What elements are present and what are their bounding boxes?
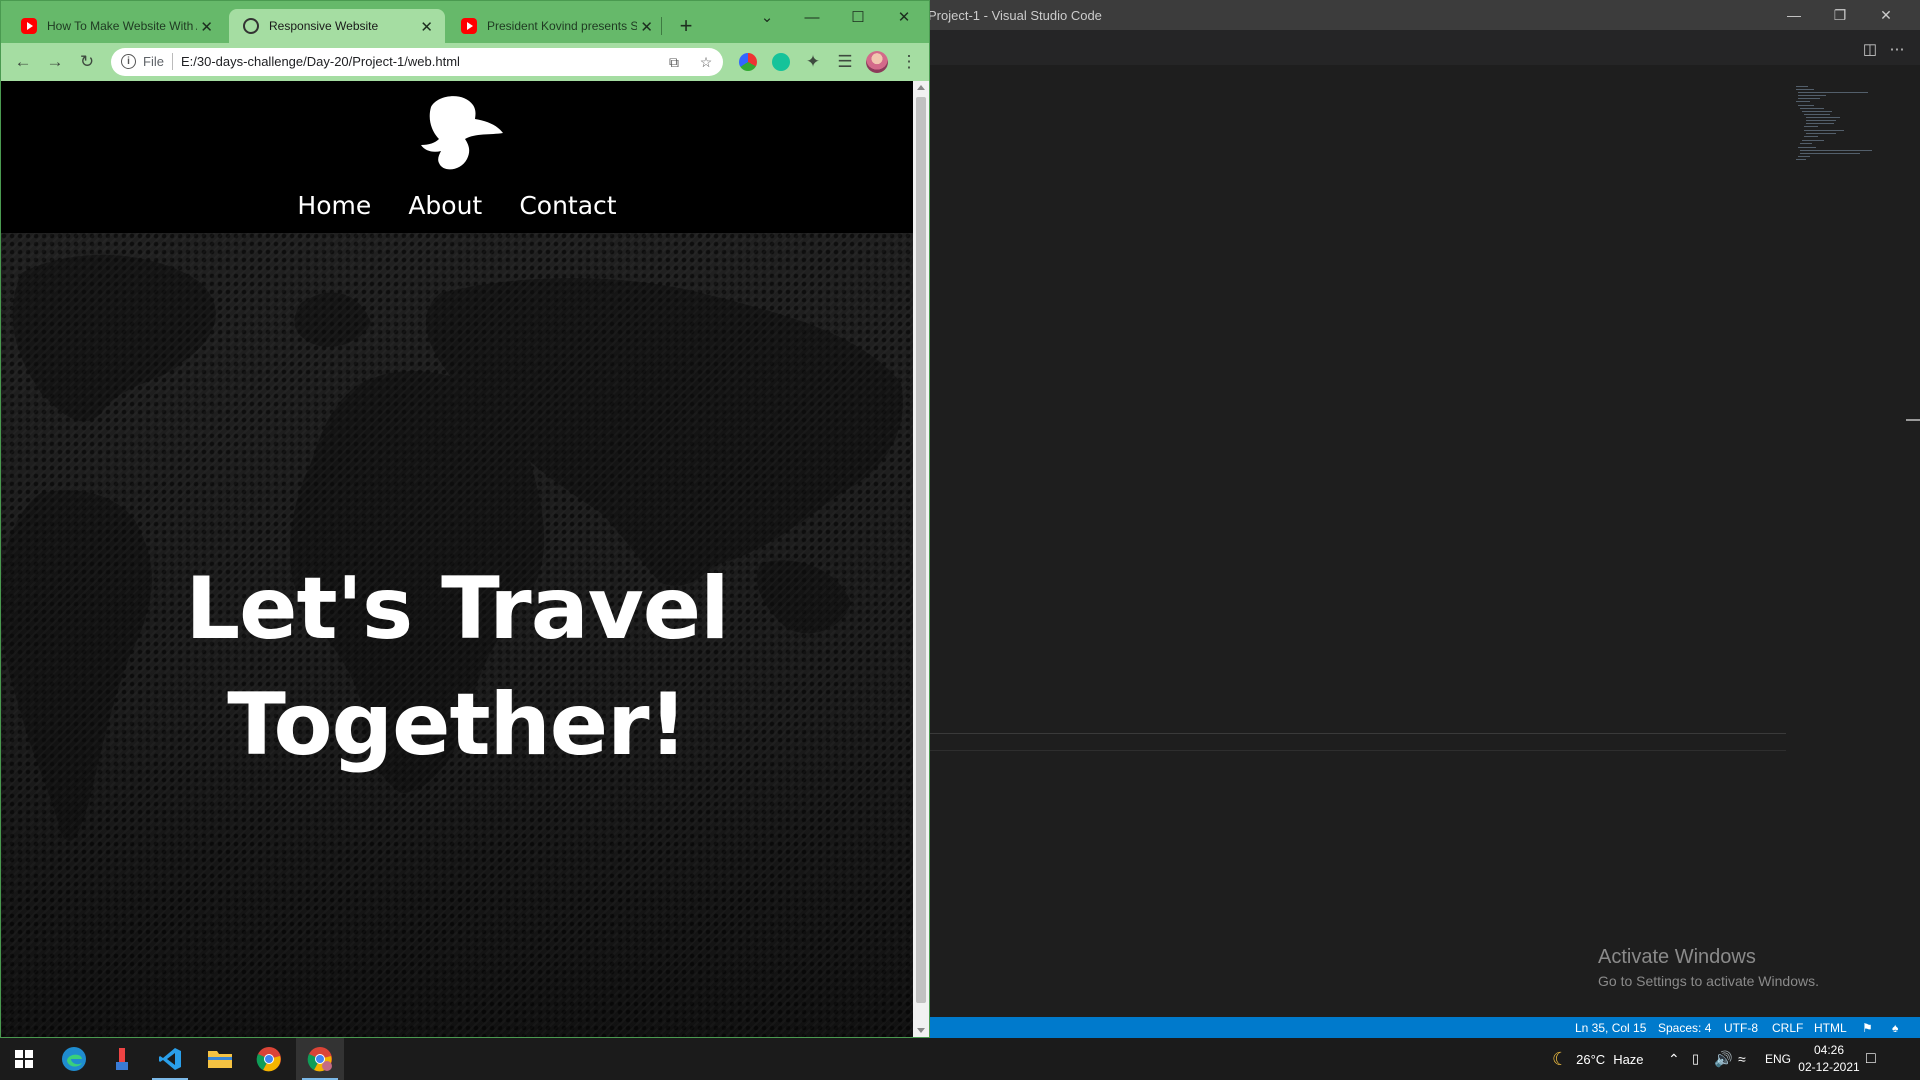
media-controls-icon[interactable]: ☰ xyxy=(833,50,857,74)
globe-icon xyxy=(243,18,259,34)
minimap[interactable] xyxy=(1792,84,1902,184)
tab-label: How To Make Website With Animation xyxy=(47,19,197,33)
site-nav: Home About Contact xyxy=(1,191,913,220)
activate-windows-watermark: Activate Windows Go to Settings to activ… xyxy=(1598,946,1819,989)
forward-arrow-icon[interactable]: → xyxy=(43,50,67,74)
wifi-icon[interactable]: ≈ xyxy=(1738,1038,1746,1080)
start-icon[interactable] xyxy=(0,1038,48,1080)
status-cursor-position[interactable]: Ln 35, Col 15 xyxy=(1575,1021,1646,1035)
clock-date: 02-12-2021 xyxy=(1798,1060,1860,1074)
reload-icon[interactable]: ↻ xyxy=(75,50,99,74)
new-tab-plus-icon[interactable]: + xyxy=(673,13,699,39)
hero-title-line-1: Let's Travel xyxy=(185,559,729,659)
windows-taskbar: ☾ 26°C Haze ⌃ ▯ 🔊 ≈ ENG 04:26 02-12-2021… xyxy=(0,1038,1920,1080)
nav-contact-link[interactable]: Contact xyxy=(519,191,616,220)
paint-icon[interactable] xyxy=(98,1038,146,1080)
tab-youtube-website-animation[interactable]: How To Make Website With Animation ✕ xyxy=(7,9,225,43)
tab-search-chevron-icon[interactable]: ⌄ xyxy=(749,5,785,29)
nav-home-link[interactable]: Home xyxy=(297,191,371,220)
edge-icon[interactable] xyxy=(50,1038,98,1080)
status-eol[interactable]: CRLF xyxy=(1772,1021,1803,1035)
live-share-icon[interactable]: ⚑ xyxy=(1862,1021,1873,1035)
nav-about-link[interactable]: About xyxy=(408,191,482,220)
back-arrow-icon[interactable]: ← xyxy=(11,50,35,74)
bookmark-star-icon[interactable]: ☆ xyxy=(696,52,716,72)
weather-temperature: 26°C xyxy=(1576,1051,1606,1067)
site-header: Home About Contact xyxy=(1,81,913,233)
url-divider xyxy=(172,53,173,70)
vscode-icon[interactable] xyxy=(146,1038,194,1080)
address-bar[interactable]: i File E:/30-days-challenge/Day-20/Proje… xyxy=(111,48,723,76)
notification-center-icon[interactable]: □ xyxy=(1866,1038,1876,1080)
tab-label: Responsive Website xyxy=(269,19,379,33)
vscode-window-title: Project-1 - Visual Studio Code xyxy=(928,8,1102,23)
url-scheme-label: File xyxy=(143,54,164,69)
volume-icon[interactable]: 🔊 xyxy=(1714,1038,1733,1080)
chrome-toolbar: ← → ↻ i File E:/30-days-challenge/Day-20… xyxy=(1,43,929,81)
profile-avatar[interactable] xyxy=(866,51,888,73)
hero-title: Let's Travel Together! xyxy=(1,551,913,783)
file-explorer-icon[interactable] xyxy=(196,1038,244,1080)
close-tab-icon[interactable]: ✕ xyxy=(200,18,213,36)
chrome-menu-kebab-icon[interactable]: ⋮ xyxy=(897,50,921,74)
notifications-bell-icon[interactable]: ♠ xyxy=(1892,1021,1898,1035)
scroll-up-arrow-icon[interactable] xyxy=(917,85,925,90)
device-icon[interactable]: ▯ xyxy=(1692,1038,1699,1080)
page-viewport: Home About Contact Let's Travel Together… xyxy=(1,81,913,1037)
grammarly-extension-icon[interactable] xyxy=(772,53,790,71)
weather-widget[interactable]: ☾ 26°C Haze xyxy=(1552,1038,1644,1080)
scroll-down-arrow-icon[interactable] xyxy=(917,1028,925,1033)
site-info-icon[interactable]: i xyxy=(121,54,136,69)
close-icon[interactable]: ✕ xyxy=(1863,0,1909,30)
restore-icon[interactable]: ❐ xyxy=(1817,0,1863,30)
show-hidden-icons-chevron-icon[interactable]: ⌃ xyxy=(1668,1038,1680,1080)
status-indentation[interactable]: Spaces: 4 xyxy=(1658,1021,1711,1035)
chrome-icon[interactable] xyxy=(245,1038,293,1080)
site-logo[interactable] xyxy=(411,93,511,179)
youtube-icon xyxy=(461,18,477,34)
color-picker-extension-icon[interactable] xyxy=(739,53,757,71)
minimize-icon[interactable]: — xyxy=(1771,0,1817,30)
status-language[interactable]: HTML xyxy=(1814,1021,1847,1035)
url-text[interactable]: E:/30-days-challenge/Day-20/Project-1/we… xyxy=(181,54,460,69)
tab-youtube-president-kovind[interactable]: President Kovind presents Shaurya Chakra… xyxy=(447,9,665,43)
tab-responsive-website[interactable]: Responsive Website ✕ xyxy=(229,9,445,43)
weather-moon-icon: ☾ xyxy=(1552,1048,1569,1069)
extensions-puzzle-icon[interactable]: ✦ xyxy=(801,50,825,74)
status-encoding[interactable]: UTF-8 xyxy=(1724,1021,1758,1035)
page-scrollbar[interactable] xyxy=(913,81,929,1037)
scrollbar-thumb[interactable] xyxy=(916,97,926,1003)
split-editor-icon[interactable]: ◫ xyxy=(1859,38,1881,60)
activate-windows-subtitle: Go to Settings to activate Windows. xyxy=(1598,973,1819,989)
close-tab-icon[interactable]: ✕ xyxy=(640,18,653,36)
hero-title-line-2: Together! xyxy=(227,675,688,775)
tab-separator xyxy=(661,17,662,35)
chrome-window: How To Make Website With Animation ✕ Res… xyxy=(0,0,930,1038)
chrome-profile-icon[interactable] xyxy=(296,1038,344,1080)
close-tab-icon[interactable]: ✕ xyxy=(420,18,433,36)
tab-label: President Kovind presents Shaurya Chakra xyxy=(487,19,637,33)
activate-windows-title: Activate Windows xyxy=(1598,946,1756,968)
more-actions-icon[interactable]: ⋯ xyxy=(1886,38,1908,60)
clock-time: 04:26 xyxy=(1813,1043,1845,1057)
editor-scrollbar-marker[interactable] xyxy=(1906,419,1920,421)
panel-divider xyxy=(930,750,1786,751)
maximize-icon[interactable]: ☐ xyxy=(840,5,876,29)
panel-divider xyxy=(930,733,1786,734)
vscode-editor-tabbar xyxy=(930,30,1920,65)
minimize-icon[interactable]: — xyxy=(794,5,830,29)
chrome-tabstrip: How To Make Website With Animation ✕ Res… xyxy=(1,1,929,43)
share-icon[interactable]: ⧉ xyxy=(664,52,684,72)
input-language-indicator[interactable]: ENG xyxy=(1765,1038,1791,1080)
youtube-icon xyxy=(21,18,37,34)
taskbar-clock[interactable]: 04:26 02-12-2021 xyxy=(1790,1042,1868,1076)
hero-section: Let's Travel Together! xyxy=(1,233,913,1037)
weather-condition: Haze xyxy=(1613,1051,1644,1067)
close-window-icon[interactable]: ✕ xyxy=(886,5,922,29)
